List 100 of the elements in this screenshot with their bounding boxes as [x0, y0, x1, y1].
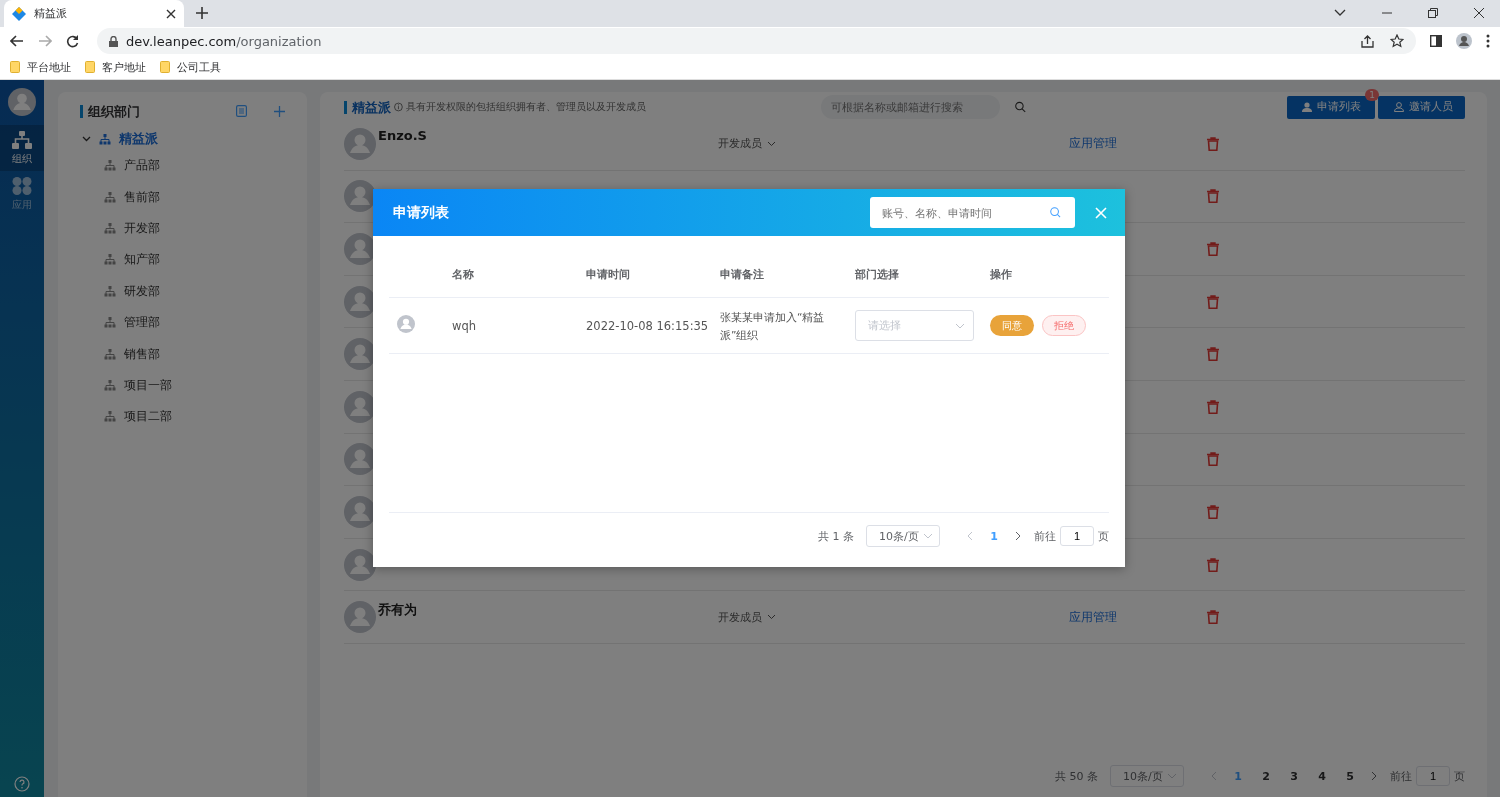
back-icon[interactable] [10, 35, 24, 47]
trash-icon[interactable] [1207, 189, 1219, 204]
org-tree-icon [104, 222, 116, 234]
page-number[interactable]: 1 [986, 529, 1002, 543]
avatar-icon [8, 88, 36, 116]
org-tree-icon [104, 411, 116, 423]
forward-icon[interactable] [38, 35, 52, 47]
org-chart-icon [12, 130, 32, 149]
chevron-down-icon[interactable] [1334, 9, 1346, 17]
trash-icon[interactable] [1207, 557, 1219, 572]
tree-node[interactable]: 管理部 [80, 306, 285, 339]
trash-icon[interactable] [1207, 242, 1219, 256]
lock-icon [109, 35, 118, 47]
panel-title: 组织部门 [80, 104, 209, 118]
next-page-icon[interactable] [1370, 771, 1378, 781]
new-tab-icon[interactable] [196, 7, 208, 19]
bookmark-link[interactable]: 客户地址 [85, 59, 146, 75]
column-header: 名称 [452, 267, 475, 282]
user-icon [1394, 102, 1404, 112]
avatar-icon [397, 315, 415, 333]
document-icon[interactable] [236, 105, 247, 117]
chevron-down-icon[interactable] [82, 136, 91, 142]
column-header: 申请备注 [720, 267, 765, 282]
caret-icon [767, 614, 776, 621]
bookmark-link[interactable]: 公司工具 [160, 59, 221, 75]
goto-label: 前往 [1034, 528, 1056, 544]
folder-icon [85, 61, 95, 73]
org-tree-icon [104, 254, 116, 266]
app-management-link[interactable]: 应用管理 [1069, 135, 1207, 153]
profile-icon[interactable] [1456, 33, 1472, 49]
total-count: 共 50 条 [1055, 768, 1098, 784]
column-header: 操作 [990, 267, 1013, 282]
trash-icon[interactable] [1207, 504, 1219, 519]
search-field[interactable]: 账号、名称、申请时间 [870, 197, 1075, 228]
org-tree-icon [104, 160, 116, 172]
next-page-icon[interactable] [1014, 531, 1022, 541]
previous-page-icon[interactable] [1210, 771, 1218, 781]
star-icon[interactable] [1390, 34, 1404, 48]
tree-node[interactable]: 精益派 [80, 128, 285, 150]
page-size-select[interactable]: 10条/页 [866, 525, 940, 547]
avatar-icon [344, 127, 376, 160]
reload-icon[interactable] [66, 34, 79, 48]
close-icon[interactable] [1474, 8, 1484, 18]
page-number[interactable]: 4 [1314, 769, 1330, 783]
tree-node[interactable]: 售前部 [80, 181, 285, 213]
org-tree-icon [104, 379, 116, 391]
help-icon[interactable] [14, 776, 30, 792]
previous-page-icon[interactable] [966, 531, 974, 541]
tree-node[interactable]: 产品部 [80, 150, 285, 182]
table-cell-text: 2022-10-08 16:15:35 [586, 318, 710, 333]
total-count: 共 1 条 [818, 528, 854, 544]
caret-icon [1167, 773, 1177, 779]
tree-node[interactable]: 项目二部 [80, 401, 285, 433]
page-unit: 页 [1454, 768, 1465, 784]
role-dropdown[interactable]: 开发成员 [718, 609, 776, 625]
org-tree-icon [104, 317, 116, 329]
tree-node[interactable]: 知产部 [80, 244, 285, 276]
column-header: 部门选择 [855, 267, 900, 282]
trash-icon[interactable] [1207, 294, 1219, 309]
table-cell-text: wqh [452, 318, 477, 333]
address-bar[interactable]: dev.leanpec.com/organization [97, 28, 1416, 54]
share-icon[interactable] [1361, 34, 1374, 48]
search-icon [1050, 207, 1061, 218]
page-size-select[interactable]: 10条/页 [1110, 765, 1184, 787]
page-number[interactable]: 5 [1342, 769, 1358, 783]
browser-tab[interactable]: 精益派 [4, 0, 184, 27]
goto-page-field[interactable]: 1 [1060, 526, 1094, 546]
count-badge: 1 [1365, 88, 1379, 101]
role-dropdown[interactable]: 开发成员 [718, 136, 776, 152]
trash-icon[interactable] [1207, 399, 1219, 414]
folder-icon [10, 61, 20, 73]
avatar-icon [344, 601, 376, 634]
reject-button[interactable]: 拒绝 [1042, 315, 1086, 336]
search-icon[interactable] [1015, 101, 1026, 113]
plus-icon[interactable] [274, 105, 285, 117]
tree-node[interactable]: 销售部 [80, 338, 285, 370]
trash-icon[interactable] [1207, 452, 1219, 467]
close-icon[interactable] [166, 8, 176, 19]
page-number[interactable]: 3 [1286, 769, 1302, 783]
invite-button[interactable]: 邀请人员 [1378, 95, 1465, 119]
bookmark-link[interactable]: 平台地址 [10, 59, 71, 75]
caret-icon [767, 140, 776, 147]
trash-icon[interactable] [1207, 136, 1219, 151]
restore-icon[interactable] [1428, 8, 1438, 18]
tree-node[interactable]: 研发部 [80, 275, 285, 307]
trash-icon[interactable] [1207, 347, 1219, 362]
tree-node[interactable]: 开发部 [80, 212, 285, 245]
sidebar-icon[interactable] [1430, 35, 1442, 47]
dialog-title: 申请列表 [393, 203, 450, 222]
trash-icon[interactable] [1207, 610, 1219, 625]
user-icon [1301, 102, 1312, 112]
goto-page-field[interactable]: 1 [1416, 766, 1450, 786]
diamond-logo-icon [12, 6, 26, 21]
page-number[interactable]: 2 [1258, 769, 1274, 783]
caret-icon [955, 322, 965, 329]
tree-node[interactable]: 项目一部 [80, 369, 285, 402]
more-menu-icon[interactable] [1486, 34, 1490, 48]
avatar-icon [344, 180, 376, 213]
member-name: 乔有为 [378, 601, 417, 620]
app-management-link[interactable]: 应用管理 [1069, 608, 1207, 626]
